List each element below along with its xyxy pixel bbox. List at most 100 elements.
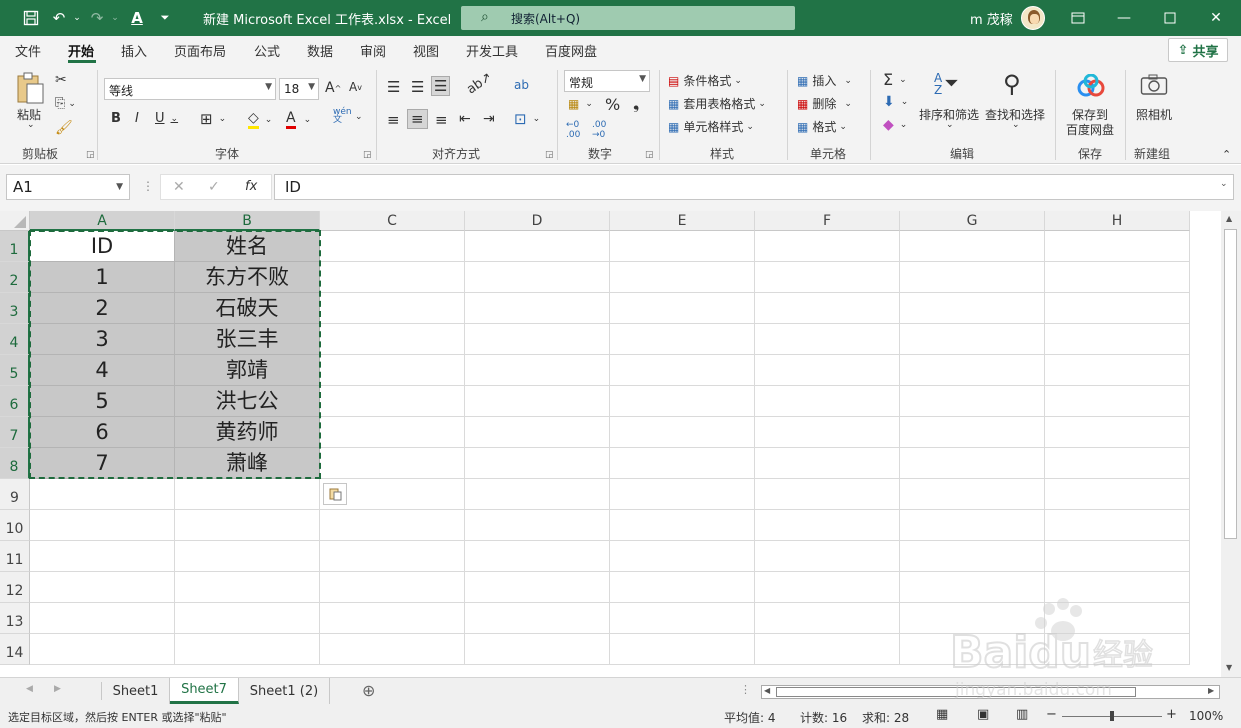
cell-d10[interactable] [465, 510, 610, 541]
insert-cells-button[interactable]: ▦ 插入 ⌄ [797, 72, 852, 89]
cell-d6[interactable] [465, 386, 610, 417]
cell-c12[interactable] [320, 572, 465, 603]
zoom-in-icon[interactable]: + [1166, 707, 1177, 722]
cell-e10[interactable] [610, 510, 755, 541]
tab-developer[interactable]: 开发工具 [466, 41, 518, 60]
scroll-right-icon[interactable]: ▶ [1208, 686, 1214, 695]
conditional-formatting-button[interactable]: ▤ 条件格式 ⌄ [668, 72, 742, 89]
cell-h13[interactable] [1045, 603, 1190, 634]
cell-g12[interactable] [900, 572, 1045, 603]
avatar[interactable] [1021, 6, 1045, 30]
column-header-d[interactable]: D [465, 211, 610, 231]
align-top-icon[interactable]: ☰ [387, 78, 400, 96]
cell-f13[interactable] [755, 603, 900, 634]
row-header-1[interactable]: 1 [0, 231, 30, 262]
save-icon[interactable] [20, 8, 42, 28]
row-header-12[interactable]: 12 [0, 572, 30, 603]
cell-c13[interactable] [320, 603, 465, 634]
cell-c6[interactable] [320, 386, 465, 417]
column-header-f[interactable]: F [755, 211, 900, 231]
font-color-icon[interactable]: A ⌄ [286, 110, 311, 129]
cell-b5[interactable]: 郭靖 [175, 355, 320, 386]
paste-dropdown-icon[interactable]: ⌄ [27, 120, 35, 130]
cell-e8[interactable] [610, 448, 755, 479]
cell-d4[interactable] [465, 324, 610, 355]
collapse-ribbon-icon[interactable]: ⌃ [1222, 148, 1231, 161]
tab-review[interactable]: 审阅 [360, 41, 386, 60]
cell-d7[interactable] [465, 417, 610, 448]
cell-h11[interactable] [1045, 541, 1190, 572]
italic-icon[interactable]: I [135, 111, 139, 126]
find-dropdown-icon[interactable]: ⌄ [1012, 120, 1020, 130]
find-select-icon[interactable]: ⚲ [1003, 70, 1021, 98]
cell-a8[interactable]: 7 [30, 448, 175, 479]
cell-g3[interactable] [900, 293, 1045, 324]
cell-d3[interactable] [465, 293, 610, 324]
split-handle-icon[interactable]: ⋮ [740, 683, 751, 696]
baidu-netdisk-icon[interactable] [1077, 74, 1105, 98]
cell-e2[interactable] [610, 262, 755, 293]
cell-f14[interactable] [755, 634, 900, 665]
column-header-g[interactable]: G [900, 211, 1045, 231]
cell-c4[interactable] [320, 324, 465, 355]
customize-toolbar-icon[interactable]: ⏷ [154, 8, 176, 28]
cell-g10[interactable] [900, 510, 1045, 541]
row-header-9[interactable]: 9 [0, 479, 30, 510]
cell-a5[interactable]: 4 [30, 355, 175, 386]
cell-c5[interactable] [320, 355, 465, 386]
number-format-combo[interactable]: 常规 ▼ [564, 70, 650, 92]
cell-b4[interactable]: 张三丰 [175, 324, 320, 355]
tab-data[interactable]: 数据 [307, 41, 333, 60]
wrap-text-icon[interactable]: ab [514, 78, 529, 92]
cell-g14[interactable] [900, 634, 1045, 665]
sheet-tab-sheet7[interactable]: Sheet7 [170, 678, 239, 704]
increase-font-icon[interactable]: A ^ [325, 80, 341, 96]
select-all-corner[interactable] [0, 211, 30, 231]
ribbon-display-icon[interactable] [1055, 6, 1101, 30]
comma-style-icon[interactable]: ❟ [633, 94, 639, 114]
format-as-table-button[interactable]: ▦ 套用表格格式 ⌄ [668, 95, 766, 112]
cell-h3[interactable] [1045, 293, 1190, 324]
cell-e9[interactable] [610, 479, 755, 510]
cell-h1[interactable] [1045, 231, 1190, 262]
row-header-13[interactable]: 13 [0, 603, 30, 634]
cell-e6[interactable] [610, 386, 755, 417]
accounting-format-icon[interactable]: ▦ ⌄ [568, 97, 593, 111]
page-layout-view-icon[interactable]: ▣ [977, 707, 989, 722]
delete-cells-button[interactable]: ▦ 删除 ⌄ [797, 95, 852, 112]
decrease-indent-icon[interactable]: ⇤ [459, 111, 471, 127]
cell-a1[interactable]: ID [30, 231, 175, 262]
name-box[interactable]: A1 ▼ [6, 174, 130, 200]
cell-b14[interactable] [175, 634, 320, 665]
increase-indent-icon[interactable]: ⇥ [483, 111, 495, 127]
font-size-combo[interactable]: 18 ▼ [279, 78, 319, 100]
cell-d9[interactable] [465, 479, 610, 510]
sort-dropdown-icon[interactable]: ⌄ [946, 120, 954, 130]
page-break-view-icon[interactable]: ▥ [1016, 707, 1028, 722]
cell-e5[interactable] [610, 355, 755, 386]
cell-e3[interactable] [610, 293, 755, 324]
cell-d2[interactable] [465, 262, 610, 293]
cell-b8[interactable]: 萧峰 [175, 448, 320, 479]
cell-c11[interactable] [320, 541, 465, 572]
column-header-b[interactable]: B [175, 211, 320, 231]
cell-b13[interactable] [175, 603, 320, 634]
underline-icon[interactable]: U ⌄ [155, 111, 178, 126]
format-cells-button[interactable]: ▦ 格式 ⌄ [797, 118, 847, 135]
cell-h5[interactable] [1045, 355, 1190, 386]
cell-e4[interactable] [610, 324, 755, 355]
tab-page-layout[interactable]: 页面布局 [174, 41, 226, 60]
cell-b7[interactable]: 黄药师 [175, 417, 320, 448]
cell-h10[interactable] [1045, 510, 1190, 541]
cell-a14[interactable] [30, 634, 175, 665]
fill-icon[interactable]: ⬇ ⌄ [883, 94, 908, 110]
align-middle-icon[interactable]: ☰ [411, 78, 424, 96]
cell-a11[interactable] [30, 541, 175, 572]
row-header-7[interactable]: 7 [0, 417, 30, 448]
prev-sheet-icon[interactable]: ◀ [26, 684, 33, 694]
zoom-out-icon[interactable]: − [1046, 707, 1057, 722]
formula-input[interactable]: ID [274, 174, 1234, 200]
cell-d11[interactable] [465, 541, 610, 572]
copy-icon[interactable]: ⎘ ⌄ [55, 96, 76, 111]
cell-g11[interactable] [900, 541, 1045, 572]
